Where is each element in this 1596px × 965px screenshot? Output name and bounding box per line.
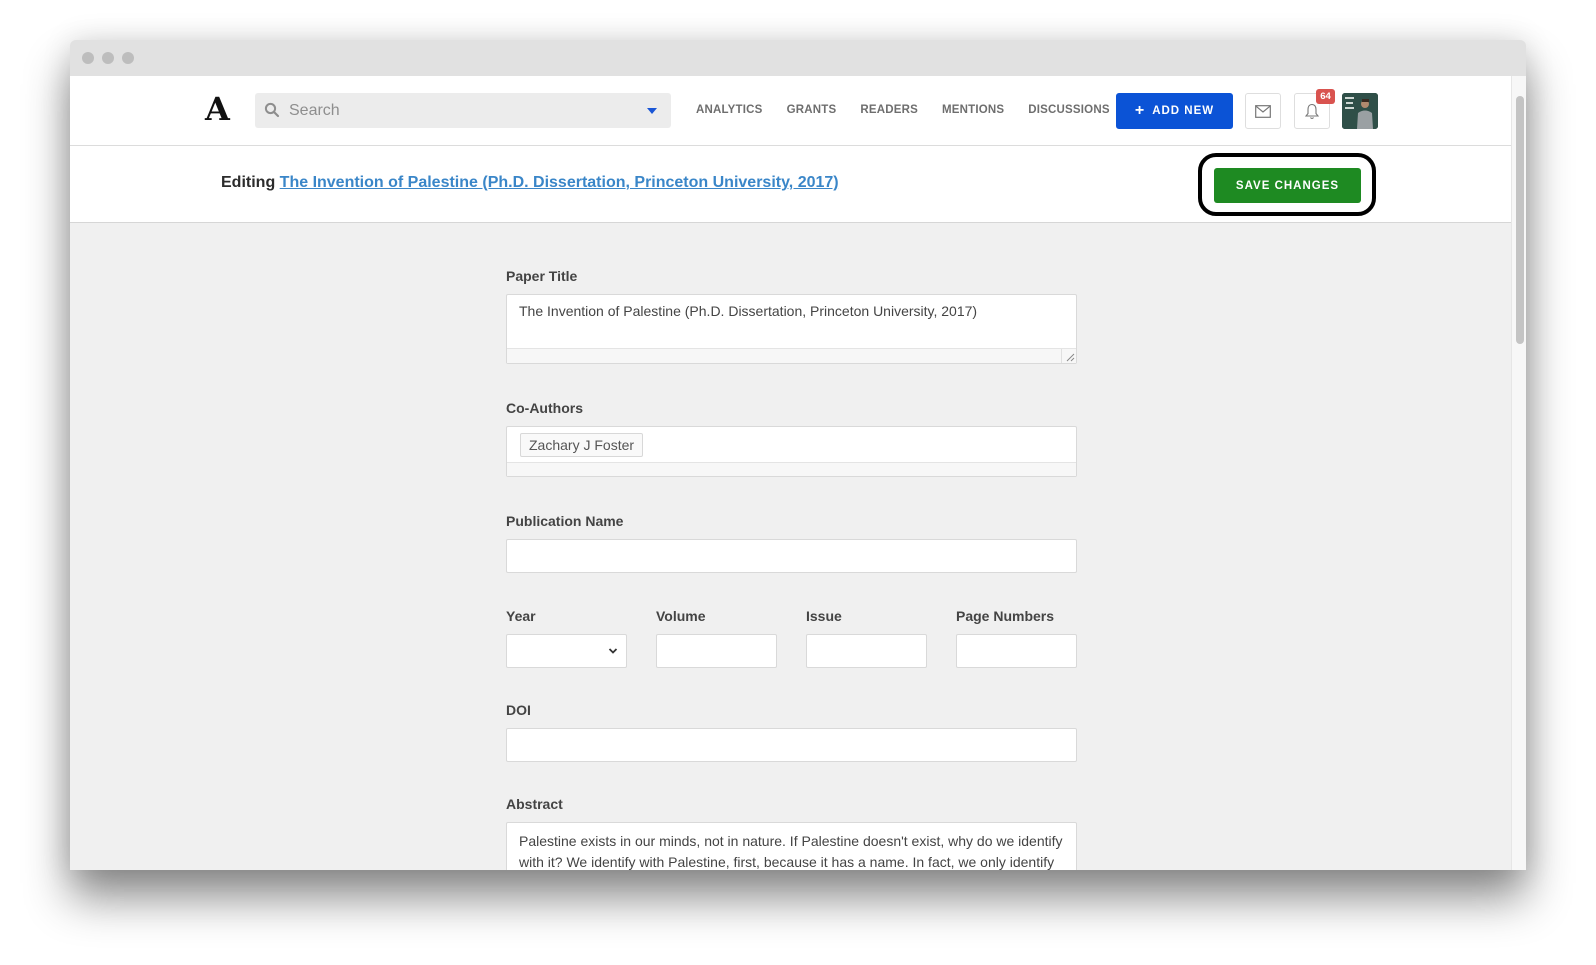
year-select[interactable]: [506, 634, 627, 668]
search-input[interactable]: Search: [289, 102, 340, 120]
year-label: Year: [506, 608, 536, 624]
co-authors-footer: [507, 462, 1076, 476]
abstract-value: Palestine exists in our minds, not in na…: [519, 833, 1063, 870]
paper-title-link[interactable]: The Invention of Palestine (Ph.D. Disser…: [280, 174, 839, 191]
save-changes-button[interactable]: SAVE CHANGES: [1214, 168, 1361, 203]
page-numbers-input[interactable]: [956, 634, 1077, 668]
abstract-label: Abstract: [506, 796, 563, 812]
add-new-button[interactable]: + ADD NEW: [1116, 93, 1233, 129]
co-authors-input[interactable]: Zachary J Foster: [506, 426, 1077, 477]
abstract-textarea[interactable]: Palestine exists in our minds, not in na…: [506, 822, 1077, 870]
publication-name-label: Publication Name: [506, 513, 624, 529]
search-icon: [264, 102, 280, 118]
paper-title-textarea[interactable]: The Invention of Palestine (Ph.D. Disser…: [506, 294, 1077, 364]
scrollbar-thumb[interactable]: [1516, 96, 1524, 344]
search-dropdown-caret-icon[interactable]: [647, 108, 657, 114]
editing-heading: Editing The Invention of Palestine (Ph.D…: [221, 174, 839, 192]
user-avatar[interactable]: [1342, 93, 1378, 129]
plus-icon: +: [1134, 102, 1145, 119]
browser-window: A Search ANALYTICS GRANTS READERS MENTIO…: [70, 40, 1526, 870]
resize-handle-icon[interactable]: [1061, 349, 1076, 363]
window-minimize-dot[interactable]: [102, 52, 114, 64]
nav-discussions[interactable]: DISCUSSIONS: [1028, 104, 1109, 116]
page-scrollbar[interactable]: [1511, 76, 1526, 870]
search-bar[interactable]: Search: [255, 93, 671, 128]
co-author-tag[interactable]: Zachary J Foster: [520, 433, 644, 457]
editing-prefix: Editing: [221, 174, 276, 191]
window-zoom-dot[interactable]: [122, 52, 134, 64]
nav-analytics[interactable]: ANALYTICS: [696, 104, 763, 116]
doi-label: DOI: [506, 702, 531, 718]
add-new-label: ADD NEW: [1152, 105, 1215, 117]
mail-icon: [1255, 104, 1271, 118]
volume-label: Volume: [656, 608, 706, 624]
doi-input[interactable]: [506, 728, 1077, 762]
avatar-photo-icon: [1342, 93, 1378, 129]
chevron-down-icon: [608, 648, 618, 654]
main-nav: ANALYTICS GRANTS READERS MENTIONS DISCUS…: [696, 104, 1134, 116]
issue-input[interactable]: [806, 634, 927, 668]
textarea-footer: [507, 348, 1076, 363]
page-numbers-label: Page Numbers: [956, 608, 1055, 624]
publication-name-input[interactable]: [506, 539, 1077, 573]
page-viewport: A Search ANALYTICS GRANTS READERS MENTIO…: [70, 76, 1511, 870]
messages-button[interactable]: [1245, 93, 1281, 129]
edit-bar: Editing The Invention of Palestine (Ph.D…: [70, 146, 1511, 223]
bell-icon: [1305, 103, 1319, 119]
issue-label: Issue: [806, 608, 842, 624]
paper-title-label: Paper Title: [506, 268, 578, 284]
nav-grants[interactable]: GRANTS: [787, 104, 837, 116]
nav-mentions[interactable]: MENTIONS: [942, 104, 1004, 116]
window-close-dot[interactable]: [82, 52, 94, 64]
paper-title-value: The Invention of Palestine (Ph.D. Disser…: [519, 303, 978, 319]
nav-readers[interactable]: READERS: [860, 104, 918, 116]
window-titlebar: [70, 40, 1526, 76]
volume-input[interactable]: [656, 634, 777, 668]
notification-count-badge: 64: [1316, 89, 1335, 104]
top-navigation: A Search ANALYTICS GRANTS READERS MENTIO…: [70, 76, 1511, 146]
co-authors-label: Co-Authors: [506, 400, 583, 416]
site-logo[interactable]: A: [205, 90, 230, 128]
